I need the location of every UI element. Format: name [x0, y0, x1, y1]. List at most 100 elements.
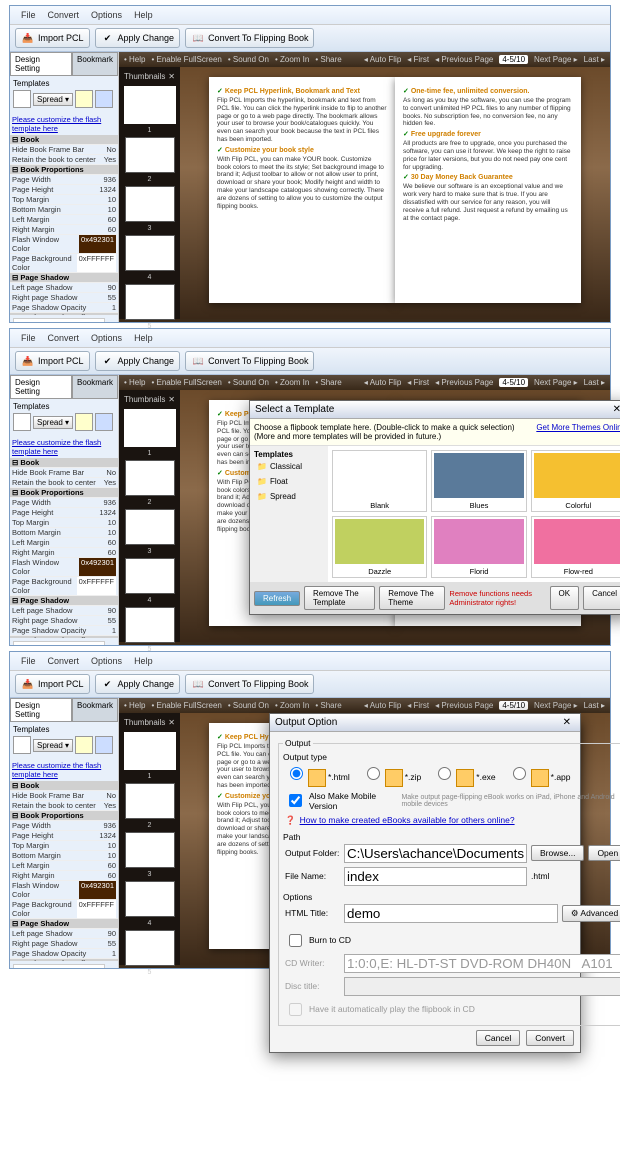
- ctrl-next-page[interactable]: Next Page ▸: [534, 701, 578, 710]
- apply-button[interactable]: ✔Apply Change: [95, 28, 181, 48]
- prop-row[interactable]: Page Height1324: [10, 831, 118, 841]
- prop-row[interactable]: Page Shadow Opacity1: [10, 626, 118, 636]
- template-open-icon[interactable]: [75, 413, 93, 431]
- thumbnail-2[interactable]: [125, 137, 175, 173]
- prop-header[interactable]: ⊟ Book: [10, 135, 118, 145]
- refresh-button[interactable]: Refresh: [254, 591, 300, 606]
- prop-header[interactable]: ⊟ Book: [10, 781, 118, 791]
- page-indicator[interactable]: 4-5/10: [499, 378, 528, 387]
- prop-header[interactable]: ⊟ Book Proportions: [10, 811, 118, 821]
- book-area[interactable]: Keep PCL Hyperlink, Bookmark and TextFli…: [180, 67, 610, 319]
- menu-file[interactable]: File: [15, 8, 42, 22]
- menu-file[interactable]: File: [15, 331, 42, 345]
- more-themes-link[interactable]: Get More Themes Online: [536, 423, 620, 441]
- remove-template-button[interactable]: Remove The Template: [304, 586, 375, 610]
- prop-row[interactable]: Page Width936: [10, 175, 118, 185]
- browse-button[interactable]: Browse...: [531, 845, 584, 861]
- ctrl-last[interactable]: Last ▸: [584, 701, 605, 710]
- open-button[interactable]: Open: [588, 845, 620, 861]
- prop-row[interactable]: Top Margin10: [10, 841, 118, 851]
- mobile-checkbox[interactable]: [289, 794, 302, 807]
- prop-header[interactable]: ⊟ Book Proportions: [10, 165, 118, 175]
- ctrl-enable-fullscreen[interactable]: • Enable FullScreen: [151, 378, 221, 387]
- menu-convert[interactable]: Convert: [42, 8, 86, 22]
- thumbnail-5[interactable]: [125, 607, 175, 643]
- prop-row[interactable]: Left Margin60: [10, 215, 118, 225]
- thumbnail-3[interactable]: [125, 186, 175, 222]
- template-colorful[interactable]: Colorful: [531, 450, 620, 512]
- filename-input[interactable]: [344, 867, 527, 886]
- ctrl-help[interactable]: • Help: [124, 378, 145, 387]
- apply-button[interactable]: ✔Apply Change: [95, 674, 181, 694]
- ctrl-share[interactable]: • Share: [315, 701, 341, 710]
- prop-row[interactable]: Page Width936: [10, 821, 118, 831]
- ctrl-enable-fullscreen[interactable]: • Enable FullScreen: [151, 701, 221, 710]
- category-float[interactable]: 📁Float: [254, 474, 324, 489]
- ctrl-zoom-in[interactable]: • Zoom In: [275, 378, 309, 387]
- thumbnail-3[interactable]: [125, 509, 175, 545]
- menu-help[interactable]: Help: [128, 331, 159, 345]
- ctrl-help[interactable]: • Help: [124, 701, 145, 710]
- prop-row[interactable]: Flash Window Color0x492301: [10, 235, 118, 254]
- template-save-icon[interactable]: [95, 736, 113, 754]
- prop-row[interactable]: Right page Shadow55: [10, 939, 118, 949]
- prop-header[interactable]: ⊟ Background Config: [10, 959, 118, 961]
- menu-file[interactable]: File: [15, 654, 42, 668]
- ctrl-last[interactable]: Last ▸: [584, 55, 605, 64]
- ctrl-auto-flip[interactable]: ◂ Auto Flip: [364, 701, 401, 710]
- prop-row[interactable]: Retain the book to centerYes: [10, 155, 118, 165]
- tab-bookmark[interactable]: Bookmark: [72, 375, 118, 399]
- prop-row[interactable]: Right page Shadow55: [10, 293, 118, 303]
- convert-button[interactable]: 📖Convert To Flipping Book: [185, 28, 314, 48]
- prop-row[interactable]: Bottom Margin10: [10, 205, 118, 215]
- category-classical[interactable]: 📁Classical: [254, 459, 324, 474]
- ctrl-first[interactable]: ◂ First: [407, 378, 429, 387]
- thumbnail-1[interactable]: [124, 732, 176, 770]
- advanced-button[interactable]: ⚙ Advanced: [562, 905, 620, 922]
- convert-button[interactable]: Convert: [526, 1030, 574, 1046]
- prop-row[interactable]: Page Background Color0xFFFFFF: [10, 577, 118, 596]
- import-button[interactable]: 📥Import PCL: [15, 674, 90, 694]
- tab-bookmark[interactable]: Bookmark: [72, 698, 118, 722]
- prop-row[interactable]: Flash Window Color0x492301: [10, 881, 118, 900]
- ctrl-help[interactable]: • Help: [124, 55, 145, 64]
- prop-row[interactable]: Page Background Color0xFFFFFF: [10, 254, 118, 273]
- customize-link[interactable]: Please customize the flash template here: [10, 113, 118, 135]
- close-icon[interactable]: ✕: [168, 395, 175, 404]
- ctrl-enable-fullscreen[interactable]: • Enable FullScreen: [151, 55, 221, 64]
- ctrl-sound-on[interactable]: • Sound On: [228, 378, 269, 387]
- thumbnail-3[interactable]: [125, 832, 175, 868]
- prop-row[interactable]: Right Margin60: [10, 225, 118, 235]
- ctrl-first[interactable]: ◂ First: [407, 55, 429, 64]
- thumbnail-4[interactable]: [125, 881, 175, 917]
- ctrl-sound-on[interactable]: • Sound On: [228, 55, 269, 64]
- spread-button[interactable]: Spread ▾: [33, 93, 73, 106]
- tab-design[interactable]: Design Setting: [10, 52, 72, 76]
- ctrl-last[interactable]: Last ▸: [584, 378, 605, 387]
- template-open-icon[interactable]: [75, 90, 93, 108]
- cancel-button[interactable]: Cancel: [583, 586, 620, 610]
- remove-theme-button[interactable]: Remove The Theme: [379, 586, 445, 610]
- thumbnail-2[interactable]: [125, 783, 175, 819]
- prop-header[interactable]: ⊟ Book: [10, 458, 118, 468]
- prop-row[interactable]: Page Height1324: [10, 508, 118, 518]
- html-title-input[interactable]: [344, 904, 558, 923]
- thumbnail-4[interactable]: [125, 235, 175, 271]
- template-open-icon[interactable]: [75, 736, 93, 754]
- prop-row[interactable]: Left Margin60: [10, 538, 118, 548]
- prop-row[interactable]: Page Shadow Opacity1: [10, 949, 118, 959]
- ctrl-share[interactable]: • Share: [315, 55, 341, 64]
- menu-convert[interactable]: Convert: [42, 331, 86, 345]
- prop-row[interactable]: Bottom Margin10: [10, 851, 118, 861]
- prop-header[interactable]: ⊟ Page Shadow: [10, 273, 118, 283]
- close-icon[interactable]: ✕: [168, 72, 175, 81]
- menu-help[interactable]: Help: [128, 654, 159, 668]
- prop-row[interactable]: Hide Book Frame BarNo: [10, 791, 118, 801]
- ctrl-previous-page[interactable]: ◂ Previous Page: [435, 55, 493, 64]
- template-flow-red[interactable]: Flow-red: [531, 516, 620, 578]
- ctrl-previous-page[interactable]: ◂ Previous Page: [435, 701, 493, 710]
- close-icon[interactable]: ✕: [609, 404, 620, 415]
- ok-button[interactable]: OK: [550, 586, 580, 610]
- prop-row[interactable]: Page Height1324: [10, 185, 118, 195]
- ctrl-zoom-in[interactable]: • Zoom In: [275, 55, 309, 64]
